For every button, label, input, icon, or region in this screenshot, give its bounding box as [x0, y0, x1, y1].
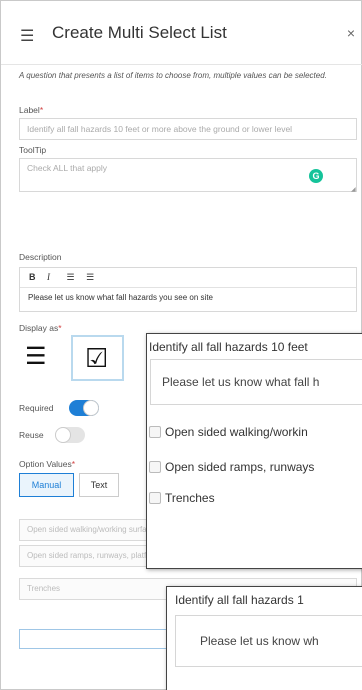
display-as-label: Display as*: [19, 323, 62, 333]
preview-card: Identify all fall hazards 1 Please let u…: [166, 586, 362, 690]
resize-handle-icon[interactable]: ◢: [351, 186, 356, 193]
description-field-label: Description: [19, 252, 62, 262]
checkbox[interactable]: [149, 426, 161, 438]
label-input[interactable]: Identify all fall hazards 10 feet or mor…: [19, 118, 357, 140]
preview-option[interactable]: Open sided ramps, runways: [149, 460, 314, 474]
unordered-list-button[interactable]: ☰: [86, 272, 94, 283]
question-type-description: A question that presents a list of items…: [19, 71, 327, 80]
checkbox[interactable]: [149, 492, 161, 504]
display-as-options: ☰ ☑: [25, 335, 125, 381]
option-text[interactable]: Open sided walking/working surfaces: [27, 525, 159, 534]
panel-header: ☰ Create Multi Select List ×: [1, 1, 362, 65]
label-field-label: Label*: [19, 105, 44, 115]
checkbox-display-option[interactable]: ☑: [71, 335, 124, 381]
preview-description: Please let us know wh: [175, 615, 362, 667]
toggle-knob: [83, 400, 99, 416]
editor-toolbar: B I ☰ ☰: [20, 268, 356, 288]
option-text[interactable]: Open sided ramps, runways, platforms: [27, 551, 164, 560]
bold-button[interactable]: B: [29, 272, 36, 282]
description-editor-text[interactable]: Please let us know what fall hazards you…: [20, 288, 356, 307]
required-label: Required: [19, 403, 54, 413]
preview-option[interactable]: Trenches: [149, 491, 215, 505]
tab-text[interactable]: Text: [79, 473, 119, 497]
ordered-list-button[interactable]: ☰: [67, 272, 75, 283]
reuse-toggle[interactable]: [55, 427, 85, 443]
tooltip-textarea[interactable]: Check ALL that apply: [19, 158, 357, 192]
tab-manual[interactable]: Manual: [19, 473, 74, 497]
preview-question: Identify all fall hazards 1: [175, 593, 304, 607]
preview-question: Identify all fall hazards 10 feet: [149, 340, 308, 354]
grammarly-icon[interactable]: G: [309, 169, 323, 183]
close-icon[interactable]: ×: [347, 25, 355, 41]
list-display-icon[interactable]: ☰: [25, 343, 47, 371]
preview-description: Please let us know what fall h: [150, 359, 362, 405]
checkbox-icon: ☑: [85, 343, 109, 373]
preview-option[interactable]: Open sided walking/workin: [149, 425, 308, 439]
reuse-label: Reuse: [19, 430, 44, 440]
italic-button[interactable]: I: [47, 272, 50, 282]
toggle-knob: [55, 427, 71, 443]
list-menu-icon: ☰: [20, 28, 35, 45]
required-toggle[interactable]: [69, 400, 99, 416]
description-editor: B I ☰ ☰ Please let us know what fall haz…: [19, 267, 357, 312]
option-values-label: Option Values*: [19, 459, 76, 469]
preview-card: Identify all fall hazards 10 feet Please…: [146, 333, 362, 569]
panel-title: Create Multi Select List: [52, 23, 227, 42]
option-text[interactable]: Trenches: [27, 584, 60, 593]
tooltip-field-label: ToolTip: [19, 145, 47, 155]
checkbox[interactable]: [149, 461, 161, 473]
